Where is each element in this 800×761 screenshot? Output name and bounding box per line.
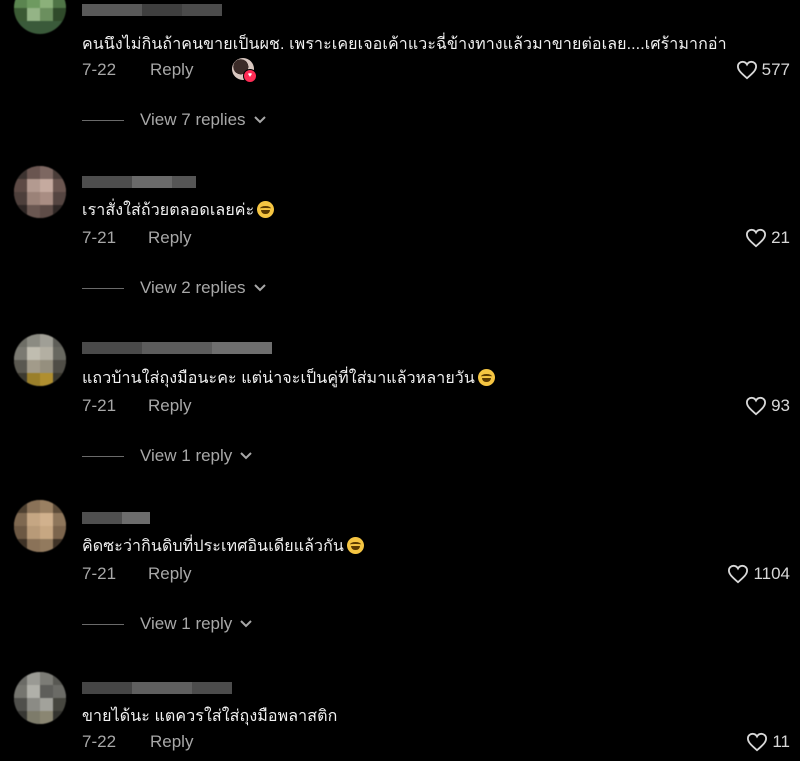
- comment-text: คิดซะว่ากินดิบที่ประเทศอินเดียแล้วกัน: [82, 534, 364, 559]
- heart-outline-icon: [747, 732, 768, 752]
- heart-icon: ♥: [243, 69, 257, 83]
- comment-date: 7-22: [82, 732, 117, 751]
- tears-of-joy-emoji: [346, 537, 364, 554]
- username-blurred[interactable]: [82, 682, 232, 694]
- view-replies-label: View 7 replies: [140, 110, 246, 129]
- like-count: 93: [771, 396, 790, 415]
- like-button[interactable]: 11: [746, 732, 790, 752]
- avatar[interactable]: [14, 166, 66, 218]
- comment-date: 7-22: [82, 60, 117, 79]
- reply-button[interactable]: Reply: [150, 732, 193, 752]
- comment-date: 7-21: [82, 228, 117, 247]
- grinning-sweat-emoji: [257, 201, 275, 218]
- heart-outline-icon: [746, 396, 767, 416]
- divider-line: [82, 455, 124, 457]
- like-count: 577: [761, 60, 790, 79]
- avatar[interactable]: [14, 672, 66, 724]
- comment-meta: 7-22 Reply: [82, 732, 382, 754]
- reply-button[interactable]: Reply: [148, 564, 191, 584]
- view-replies-label: View 1 reply: [140, 446, 233, 465]
- comment-text: เราสั่งใส่ถ้วยตลอดเลยค่ะ: [82, 198, 275, 223]
- reply-button[interactable]: Reply: [150, 60, 193, 80]
- view-replies-label: View 1 reply: [140, 614, 233, 633]
- creator-liked-badge: ♥: [232, 58, 257, 83]
- comment-text: คนนึงไม่กินถ้าคนขายเป็นผช. เพราะเคยเจอเค…: [82, 36, 727, 53]
- comment-text: ขายได้นะ แตควรใส่ใส่ถุงมือพลาสติก: [82, 708, 338, 725]
- comment-meta: 7-21 Reply: [82, 564, 382, 586]
- username-blurred[interactable]: [82, 4, 222, 16]
- chevron-down-icon: [253, 116, 266, 124]
- comment-date: 7-21: [82, 396, 117, 415]
- username-blurred[interactable]: [82, 342, 272, 354]
- divider-line: [82, 287, 124, 289]
- username-blurred[interactable]: [82, 512, 150, 524]
- avatar[interactable]: [14, 334, 66, 386]
- view-replies-button[interactable]: View 1 reply: [82, 614, 253, 634]
- grinning-sweat-emoji: [477, 369, 495, 386]
- comment-text: แถวบ้านใส่ถุงมือนะคะ แต่น่าจะเป็นคู่ที่ใ…: [82, 366, 495, 391]
- reply-button[interactable]: Reply: [148, 228, 191, 248]
- reply-button[interactable]: Reply: [148, 396, 191, 416]
- like-count: 11: [772, 732, 790, 751]
- avatar[interactable]: [14, 0, 66, 34]
- chevron-down-icon: [240, 452, 253, 460]
- heart-outline-icon: [746, 228, 767, 248]
- view-replies-button[interactable]: View 1 reply: [82, 446, 253, 466]
- comment-meta: 7-21 Reply: [82, 396, 382, 418]
- like-button[interactable]: 93: [745, 396, 790, 416]
- chevron-down-icon: [240, 620, 253, 628]
- divider-line: [82, 623, 124, 625]
- like-button[interactable]: 577: [736, 60, 790, 80]
- like-button[interactable]: 21: [745, 228, 790, 248]
- divider-line: [82, 119, 124, 121]
- view-replies-button[interactable]: View 7 replies: [82, 110, 266, 130]
- avatar[interactable]: [14, 500, 66, 552]
- username-blurred[interactable]: [82, 176, 196, 188]
- chevron-down-icon: [253, 284, 266, 292]
- comment-meta: 7-21 Reply: [82, 228, 382, 250]
- like-button[interactable]: 1104: [727, 564, 790, 584]
- heart-outline-icon: [736, 60, 757, 80]
- like-count: 1104: [753, 564, 790, 583]
- like-count: 21: [771, 228, 790, 247]
- view-replies-button[interactable]: View 2 replies: [82, 278, 266, 298]
- heart-outline-icon: [728, 564, 749, 584]
- comment-date: 7-21: [82, 564, 117, 583]
- view-replies-label: View 2 replies: [140, 278, 246, 297]
